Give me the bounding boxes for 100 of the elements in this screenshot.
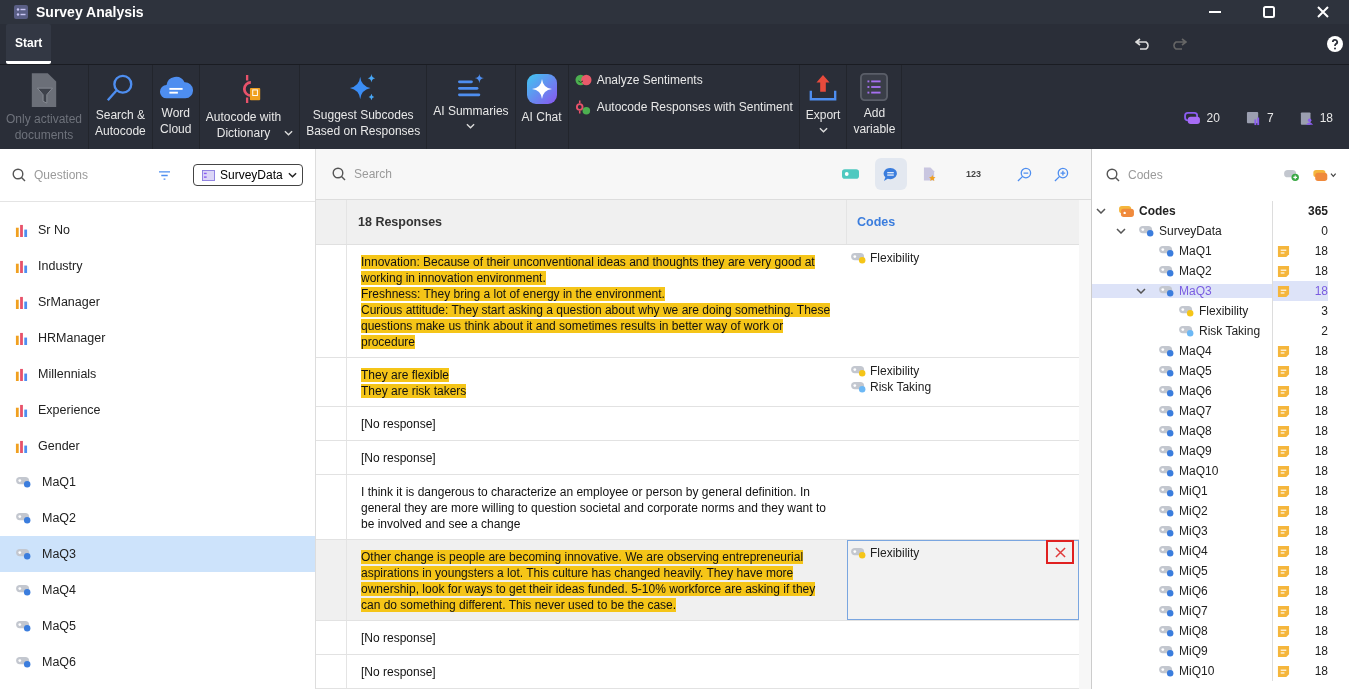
memo-icon[interactable] xyxy=(1277,484,1290,498)
search-field[interactable]: Questions xyxy=(32,167,136,183)
ribbon-button[interactable]: Search & Autocode xyxy=(89,65,153,149)
column-header[interactable]: 18 Responses xyxy=(347,200,847,244)
remove-button[interactable] xyxy=(1046,540,1074,564)
chevron-icon[interactable] xyxy=(1136,288,1146,294)
question-item[interactable]: Sr No xyxy=(0,212,315,248)
code-icon xyxy=(1178,325,1195,337)
code-tree-item[interactable]: MiQ9 18 xyxy=(1092,641,1349,661)
code-tag[interactable]: Flexibility xyxy=(850,545,1076,561)
code-tag[interactable]: Risk Taking xyxy=(850,379,1076,395)
chevron-icon[interactable] xyxy=(1096,208,1106,214)
memo-icon[interactable] xyxy=(1277,364,1290,378)
code-tag[interactable]: Flexibility xyxy=(850,250,1076,266)
search-field[interactable]: Search xyxy=(352,166,456,182)
search-field[interactable]: Codes xyxy=(1126,167,1230,183)
code-icon xyxy=(15,548,32,560)
memo-icon[interactable] xyxy=(1277,464,1290,478)
ribbon-menu-button[interactable]: Autocode Responses with Sentiment xyxy=(572,97,795,117)
memo-icon[interactable] xyxy=(1277,544,1290,558)
memo-icon[interactable] xyxy=(1277,244,1290,258)
help-icon[interactable] xyxy=(1327,36,1343,52)
close-icon[interactable] xyxy=(1317,6,1329,18)
memo-icon[interactable] xyxy=(1277,264,1290,278)
question-item[interactable]: MaQ2 xyxy=(0,500,315,536)
ribbon-button[interactable]: Autocode with Dictionary xyxy=(199,65,301,149)
question-item[interactable]: MaQ4 xyxy=(0,572,315,608)
code-tree-item[interactable]: MaQ1 18 xyxy=(1092,241,1349,261)
code-tree-item[interactable]: MiQ6 18 xyxy=(1092,581,1349,601)
code-tree-item[interactable]: MiQ7 18 xyxy=(1092,601,1349,621)
question-item[interactable]: Millennials xyxy=(0,356,315,392)
toggle-icon[interactable] xyxy=(841,169,859,179)
document-dropdown[interactable]: SurveyData xyxy=(193,164,303,186)
zoom-out-icon[interactable] xyxy=(1017,166,1032,182)
memo-icon[interactable] xyxy=(1277,424,1290,438)
redo-icon[interactable] xyxy=(1171,38,1187,50)
window-title: Survey Analysis xyxy=(36,4,144,20)
code-tree-item[interactable]: MaQ8 18 xyxy=(1092,421,1349,441)
code-tree-item[interactable]: MaQ6 18 xyxy=(1092,381,1349,401)
memo-icon[interactable] xyxy=(1277,504,1290,518)
code-tree-item[interactable]: Flexibility 3 xyxy=(1092,301,1349,321)
code-tag[interactable]: Flexibility xyxy=(850,363,1076,379)
question-item[interactable]: MaQ6 xyxy=(0,644,315,680)
memo-icon[interactable] xyxy=(1277,564,1290,578)
code-tree-item[interactable]: MaQ3 18 xyxy=(1092,281,1349,301)
code-tree-item[interactable]: MiQ1 18 xyxy=(1092,481,1349,501)
memo-icon[interactable] xyxy=(1277,604,1290,618)
question-item[interactable]: HRManager xyxy=(0,320,315,356)
chevron-icon[interactable] xyxy=(1116,228,1126,234)
code-tree-item[interactable]: MaQ9 18 xyxy=(1092,441,1349,461)
response-text: Other change is people are becoming innovative. We are observing entrepreneurial aspirations in youngsters a lot. This culture has changed heavily. They have more ownership, look for ways to get their ideas funded. 5-10% workforce are asking if they can do something different. This never used to be the case. xyxy=(361,549,817,613)
ribbon-tab[interactable]: Start xyxy=(6,24,52,64)
code-set-icon[interactable] xyxy=(1312,168,1337,182)
question-item[interactable]: SrManager xyxy=(0,284,315,320)
memo-icon[interactable] xyxy=(1277,664,1290,678)
comment-button[interactable] xyxy=(874,158,907,190)
memo-icon[interactable] xyxy=(1277,644,1290,658)
code-tree-item[interactable]: MaQ5 18 xyxy=(1092,361,1349,381)
question-item[interactable]: Industry xyxy=(0,248,315,284)
memo-icon[interactable] xyxy=(1277,584,1290,598)
ribbon-button[interactable]: Add variable xyxy=(847,65,903,149)
code-tree-item[interactable]: MaQ7 18 xyxy=(1092,401,1349,421)
code-icon xyxy=(15,476,32,488)
code-tree-item[interactable]: MiQ5 18 xyxy=(1092,561,1349,581)
ribbon-button[interactable]: AI Chat xyxy=(515,65,569,149)
code-tree-item[interactable]: SurveyData 0 xyxy=(1092,221,1349,241)
zoom-in-icon[interactable] xyxy=(1054,166,1069,182)
memo-icon[interactable] xyxy=(1277,404,1290,418)
memo-icon[interactable] xyxy=(1277,624,1290,638)
ribbon-menu-button[interactable]: Analyze Sentiments xyxy=(572,71,795,89)
document-star-icon[interactable] xyxy=(922,166,936,182)
question-item[interactable]: MaQ3 xyxy=(0,536,315,572)
new-code-icon[interactable] xyxy=(1283,168,1300,182)
undo-icon[interactable] xyxy=(1135,38,1151,50)
question-item[interactable]: MaQ5 xyxy=(0,608,315,644)
memo-icon[interactable] xyxy=(1277,284,1290,298)
code-tree-item[interactable]: MiQ4 18 xyxy=(1092,541,1349,561)
code-tree-item[interactable]: MaQ10 18 xyxy=(1092,461,1349,481)
code-tree-item[interactable]: MiQ8 18 xyxy=(1092,621,1349,641)
code-tree-item[interactable]: MiQ2 18 xyxy=(1092,501,1349,521)
maximize-icon[interactable] xyxy=(1263,6,1275,18)
code-tree-item[interactable]: Codes 365 xyxy=(1092,201,1349,221)
code-tree-item[interactable]: MiQ10 18 xyxy=(1092,661,1349,681)
code-tree-item[interactable]: Risk Taking 2 xyxy=(1092,321,1349,341)
question-item[interactable]: Gender xyxy=(0,428,315,464)
count-button[interactable]: 123 xyxy=(959,168,987,180)
code-tree-item[interactable]: MiQ3 18 xyxy=(1092,521,1349,541)
question-item[interactable]: Experience xyxy=(0,392,315,428)
memo-icon[interactable] xyxy=(1277,524,1290,538)
memo-icon[interactable] xyxy=(1277,444,1290,458)
filter-icon[interactable] xyxy=(158,169,171,181)
memo-icon[interactable] xyxy=(1277,344,1290,358)
question-item[interactable]: MaQ1 xyxy=(0,464,315,500)
memo-icon[interactable] xyxy=(1277,384,1290,398)
code-icon xyxy=(15,620,32,632)
column-header[interactable]: Codes xyxy=(847,215,896,229)
ribbon-button[interactable]: Word Cloud xyxy=(152,65,200,149)
stat-count: 20 xyxy=(1206,111,1220,125)
code-tree-item[interactable]: MaQ4 18 xyxy=(1092,341,1349,361)
code-icon xyxy=(15,584,32,596)
